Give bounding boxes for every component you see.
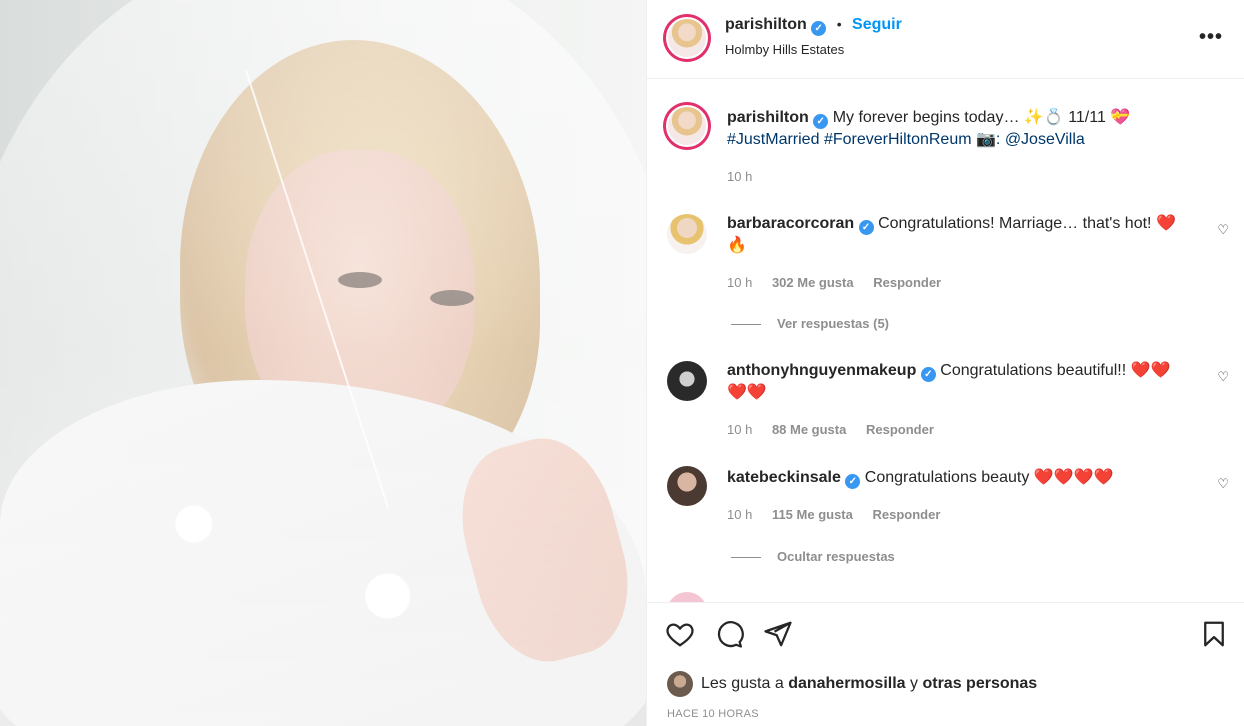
comment-text: katebeckinsale ✓ Congratulations beauty … <box>727 467 1187 489</box>
location-link[interactable]: Holmby Hills Estates <box>725 42 844 57</box>
hashtag-foreverhiltonreum[interactable]: #ForeverHiltonReum <box>824 131 972 148</box>
verified-icon: ✓ <box>920 367 936 382</box>
caption-text: parishilton ✓ My forever begins today… ✨… <box>727 107 1187 151</box>
comment-username[interactable]: barbaracorcoran <box>727 215 854 232</box>
caption-body: My forever begins today… <box>832 109 1020 126</box>
header-user-row: parishilton ✓ • Seguir <box>725 16 902 36</box>
share-icon[interactable] <box>763 619 793 649</box>
post-actions: Les gusta a danahermosilla y otras perso… <box>647 602 1244 726</box>
comment-body: Congratulations beauty <box>864 469 1030 486</box>
comment-meta: 10 h 302 Me gusta Responder <box>727 275 957 290</box>
header-username[interactable]: parishilton <box>725 16 807 33</box>
verified-icon: ✓ <box>858 220 874 235</box>
comment-emojis-2: 🔥 <box>727 237 747 254</box>
comment-body: Congratulations beautiful!! <box>940 362 1127 379</box>
likes-prefix: Les gusta a <box>701 675 784 692</box>
comment-emojis-2: ❤️❤️ <box>727 384 767 401</box>
caption-heart-emoji: 💝 <box>1110 109 1131 126</box>
likes-conj: y <box>910 675 919 692</box>
comment-emojis: ❤️❤️ <box>1130 362 1171 379</box>
comment-avatar[interactable] <box>667 466 707 506</box>
comments-list: parishilton ✓ My forever begins today… ✨… <box>647 80 1244 602</box>
comment-avatar[interactable] <box>667 361 707 401</box>
verified-icon: ✓ <box>845 474 861 489</box>
like-comment-icon[interactable]: ♡ <box>1217 369 1229 385</box>
comment-avatar[interactable] <box>667 214 707 254</box>
avatar-image <box>666 105 708 147</box>
likes-summary: Les gusta a danahermosilla y otras perso… <box>701 675 1037 693</box>
camera-emoji: 📷 <box>976 131 996 148</box>
caption-username[interactable]: parishilton <box>727 109 809 126</box>
caption-meta: 10 h <box>727 169 768 184</box>
liker-username[interactable]: danahermosilla <box>788 675 905 692</box>
comment-likes[interactable]: 88 Me gusta <box>772 422 846 437</box>
comment-username[interactable]: anthonyhnguyenmakeup <box>727 362 916 379</box>
photo-credit-link[interactable]: : @JoseVilla <box>996 131 1085 148</box>
more-icon[interactable]: ••• <box>1199 26 1223 49</box>
comment-meta: 10 h 115 Me gusta Responder <box>727 507 956 522</box>
caption-avatar[interactable] <box>663 102 711 150</box>
comment-icon[interactable] <box>714 619 744 649</box>
comment-time: 10 h <box>727 275 753 290</box>
header-dot: • <box>836 16 842 32</box>
hide-replies-label: Ocultar respuestas <box>777 549 895 564</box>
post-timestamp[interactable]: HACE 10 HORAS <box>667 708 759 720</box>
post-panel: parishilton ✓ • Seguir Holmby Hills Esta… <box>646 0 1244 726</box>
post-photo[interactable] <box>0 0 646 726</box>
caption-date: 11/11 <box>1068 109 1106 126</box>
other-likers-link[interactable]: otras personas <box>922 675 1037 692</box>
follow-button[interactable]: Seguir <box>852 16 902 33</box>
hashtag-justmarried[interactable]: #JustMarried <box>727 131 819 148</box>
author-avatar[interactable] <box>663 14 711 62</box>
heart-icon[interactable] <box>665 619 695 649</box>
avatar-image <box>666 17 708 59</box>
comment-emojis: ❤️❤️❤️❤️ <box>1033 469 1114 486</box>
post-header: parishilton ✓ • Seguir Holmby Hills Esta… <box>647 0 1244 79</box>
bookmark-icon[interactable] <box>1199 619 1229 649</box>
comment-emojis: ❤️ <box>1155 215 1176 232</box>
caption-emojis: ✨💍 <box>1023 109 1064 126</box>
hide-replies-button[interactable]: Ocultar respuestas <box>731 549 895 564</box>
view-replies-button[interactable]: Ver respuestas (5) <box>731 316 889 331</box>
like-comment-icon[interactable]: ♡ <box>1217 222 1229 238</box>
liker-avatar[interactable] <box>667 671 693 697</box>
comment-likes[interactable]: 302 Me gusta <box>772 275 854 290</box>
reply-avatar[interactable] <box>667 592 707 602</box>
comment-body: Congratulations! Marriage… that's hot! <box>878 215 1152 232</box>
reply-button[interactable]: Responder <box>873 275 941 290</box>
comment-text: anthonyhnguyenmakeup ✓ Congratulations b… <box>727 360 1187 404</box>
verified-icon: ✓ <box>813 114 829 129</box>
comment-meta: 10 h 88 Me gusta Responder <box>727 422 950 437</box>
view-replies-label: Ver respuestas (5) <box>777 316 890 331</box>
verified-icon: ✓ <box>811 21 827 36</box>
reply-button[interactable]: Responder <box>866 422 934 437</box>
comment-time: 10 h <box>727 422 753 437</box>
comment-text: barbaracorcoran ✓ Congratulations! Marri… <box>727 213 1187 257</box>
comment-username[interactable]: katebeckinsale <box>727 469 841 486</box>
reply-button[interactable]: Responder <box>873 507 941 522</box>
replies-divider <box>731 324 761 326</box>
replies-divider <box>731 557 761 559</box>
comment-likes[interactable]: 115 Me gusta <box>772 507 853 522</box>
comment-time: 10 h <box>727 507 753 522</box>
like-comment-icon[interactable]: ♡ <box>1217 476 1229 492</box>
caption-time: 10 h <box>727 169 753 184</box>
